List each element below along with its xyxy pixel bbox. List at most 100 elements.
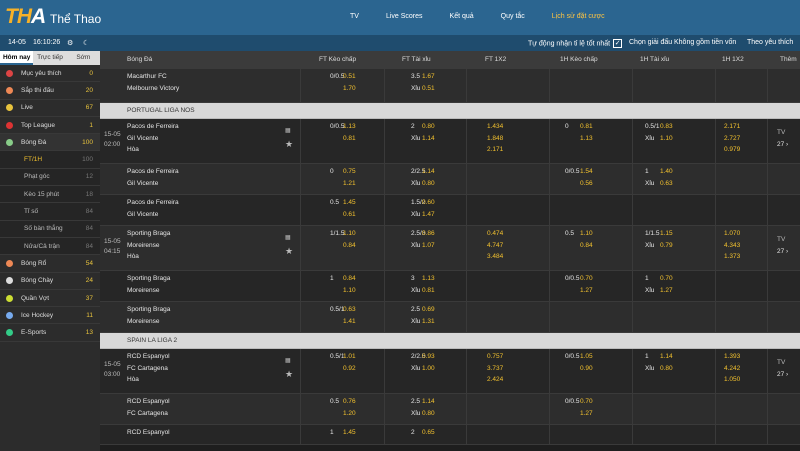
sidebar-item[interactable]: E-Sports 13 bbox=[0, 324, 100, 342]
half-handicap-odds[interactable]: 0.70 bbox=[580, 275, 593, 282]
half-handicap-odds[interactable]: 0.56 bbox=[580, 180, 593, 187]
settings-icon[interactable]: ⚙ bbox=[67, 39, 73, 47]
handicap-odds[interactable]: 1.20 bbox=[343, 410, 356, 417]
handicap-odds[interactable]: 1.10 bbox=[343, 287, 356, 294]
1x2-odds[interactable]: 2.424 bbox=[487, 376, 503, 383]
half-1x2-odds[interactable]: 1.050 bbox=[724, 376, 740, 383]
sidebar-item[interactable]: Ice Hockey 11 bbox=[0, 307, 100, 325]
tv-label[interactable]: TV bbox=[777, 236, 785, 243]
favorite-star-icon[interactable]: ★ bbox=[285, 369, 293, 380]
stats-icon[interactable]: ▦ bbox=[285, 127, 291, 134]
half-handicap-odds[interactable]: 1.27 bbox=[580, 287, 593, 294]
1x2-odds[interactable]: 1.848 bbox=[487, 135, 503, 142]
1x2-odds[interactable]: 0.474 bbox=[487, 230, 503, 237]
sidebar-tab[interactable]: Hôm nay bbox=[0, 51, 34, 65]
stats-icon[interactable]: ▦ bbox=[285, 234, 291, 241]
half-ou-odds[interactable]: 0.80 bbox=[660, 365, 673, 372]
handicap-odds[interactable]: 0.75 bbox=[343, 168, 356, 175]
league-header[interactable]: SPAIN LA LIGA 2 bbox=[100, 333, 800, 349]
half-1x2-odds[interactable]: 1.373 bbox=[724, 253, 740, 260]
auto-accept-checkbox[interactable]: ✓ bbox=[613, 39, 623, 48]
sidebar-item[interactable]: Live 67 bbox=[0, 100, 100, 117]
half-ou-odds[interactable]: 0.63 bbox=[660, 180, 673, 187]
half-ou-odds[interactable]: 1.10 bbox=[660, 135, 673, 142]
sidebar-item[interactable]: Bóng Rổ 54 bbox=[0, 255, 100, 273]
sidebar-item[interactable]: Bóng Chày 24 bbox=[0, 273, 100, 290]
ou-odds[interactable]: 0.80 bbox=[422, 123, 435, 130]
handicap-odds[interactable]: 1.45 bbox=[343, 429, 356, 436]
half-1x2-odds[interactable]: 2.171 bbox=[724, 123, 740, 130]
handicap-odds[interactable]: 0.63 bbox=[343, 306, 356, 313]
handicap-odds[interactable]: 1.45 bbox=[343, 199, 356, 206]
tv-label[interactable]: TV bbox=[777, 129, 785, 136]
nav-link[interactable]: TV bbox=[350, 13, 359, 20]
half-handicap-odds[interactable]: 1.05 bbox=[580, 353, 593, 360]
favorite-star-icon[interactable]: ★ bbox=[285, 246, 293, 257]
sidebar-item[interactable]: Sắp thi đấu 20 bbox=[0, 82, 100, 100]
ou-odds[interactable]: 0.51 bbox=[422, 85, 435, 92]
sidebar-tab[interactable]: Trực tiếp bbox=[33, 51, 66, 65]
nav-link[interactable]: Live Scores bbox=[386, 13, 423, 20]
sidebar-tab[interactable]: Sớm bbox=[67, 51, 100, 65]
half-ou-odds[interactable]: 0.83 bbox=[660, 123, 673, 130]
ou-odds[interactable]: 0.60 bbox=[422, 199, 435, 206]
sidebar-item[interactable]: FT/1H 100 bbox=[0, 151, 100, 169]
half-handicap-odds[interactable]: 1.54 bbox=[580, 168, 593, 175]
half-1x2-odds[interactable]: 4.343 bbox=[724, 242, 740, 249]
half-handicap-odds[interactable]: 1.10 bbox=[580, 230, 593, 237]
ou-odds[interactable]: 1.14 bbox=[422, 168, 435, 175]
handicap-odds[interactable]: 1.70 bbox=[343, 85, 356, 92]
handicap-odds[interactable]: 0.61 bbox=[343, 211, 356, 218]
half-ou-odds[interactable]: 1.15 bbox=[660, 230, 673, 237]
handicap-odds[interactable]: 1.21 bbox=[343, 180, 356, 187]
half-ou-odds[interactable]: 0.70 bbox=[660, 275, 673, 282]
half-ou-odds[interactable]: 1.14 bbox=[660, 353, 673, 360]
half-handicap-odds[interactable]: 0.84 bbox=[580, 242, 593, 249]
ou-odds[interactable]: 1.31 bbox=[422, 318, 435, 325]
auto-accept-label[interactable]: Tự động nhận tỉ lệ tốt nhất ✓ bbox=[528, 39, 623, 48]
half-ou-odds[interactable]: 1.40 bbox=[660, 168, 673, 175]
favorite-star-icon[interactable]: ★ bbox=[285, 139, 293, 150]
ou-odds[interactable]: 0.86 bbox=[422, 230, 435, 237]
half-1x2-odds[interactable]: 1.070 bbox=[724, 230, 740, 237]
handicap-odds[interactable]: 1.10 bbox=[343, 230, 356, 237]
sidebar-item[interactable]: Kèo 15 phút 18 bbox=[0, 186, 100, 204]
sidebar-item[interactable]: Top League 1 bbox=[0, 117, 100, 135]
ou-odds[interactable]: 1.47 bbox=[422, 211, 435, 218]
handicap-odds[interactable]: 0.84 bbox=[343, 242, 356, 249]
handicap-odds[interactable]: 1.41 bbox=[343, 318, 356, 325]
1x2-odds[interactable]: 1.434 bbox=[487, 123, 503, 130]
nav-link[interactable]: Kết quả bbox=[450, 13, 474, 20]
half-handicap-odds[interactable]: 0.81 bbox=[580, 123, 593, 130]
ou-odds[interactable]: 0.69 bbox=[422, 306, 435, 313]
more-bets-link[interactable]: 27 › bbox=[777, 371, 788, 378]
tv-label[interactable]: TV bbox=[777, 359, 785, 366]
1x2-odds[interactable]: 3.484 bbox=[487, 253, 503, 260]
choose-league-button[interactable]: Chọn giải đấu bbox=[629, 39, 672, 46]
nav-link[interactable]: Quy tắc bbox=[501, 13, 525, 20]
sidebar-item[interactable]: Tỉ số 84 bbox=[0, 203, 100, 221]
half-handicap-odds[interactable]: 1.27 bbox=[580, 410, 593, 417]
handicap-odds[interactable]: 0.92 bbox=[343, 365, 356, 372]
stats-icon[interactable]: ▦ bbox=[285, 357, 291, 364]
handicap-odds[interactable]: 0.76 bbox=[343, 398, 356, 405]
ou-odds[interactable]: 1.14 bbox=[422, 135, 435, 142]
half-ou-odds[interactable]: 1.27 bbox=[660, 287, 673, 294]
ou-odds[interactable]: 1.13 bbox=[422, 275, 435, 282]
1x2-odds[interactable]: 4.747 bbox=[487, 242, 503, 249]
half-1x2-odds[interactable]: 4.242 bbox=[724, 365, 740, 372]
handicap-odds[interactable]: 1.01 bbox=[343, 353, 356, 360]
half-1x2-odds[interactable]: 0.979 bbox=[724, 146, 740, 153]
handicap-odds[interactable]: 1.13 bbox=[343, 123, 356, 130]
more-bets-link[interactable]: 27 › bbox=[777, 141, 788, 148]
half-handicap-odds[interactable]: 0.90 bbox=[580, 365, 593, 372]
1x2-odds[interactable]: 0.757 bbox=[487, 353, 503, 360]
ou-odds[interactable]: 1.07 bbox=[422, 242, 435, 249]
ou-odds[interactable]: 0.80 bbox=[422, 180, 435, 187]
currency-select[interactable]: Không gồm tiền vốn bbox=[674, 39, 736, 46]
half-ou-odds[interactable]: 0.79 bbox=[660, 242, 673, 249]
sort-select[interactable]: Theo yêu thích bbox=[747, 39, 793, 46]
1x2-odds[interactable]: 3.737 bbox=[487, 365, 503, 372]
half-handicap-odds[interactable]: 1.13 bbox=[580, 135, 593, 142]
handicap-odds[interactable]: 0.84 bbox=[343, 275, 356, 282]
